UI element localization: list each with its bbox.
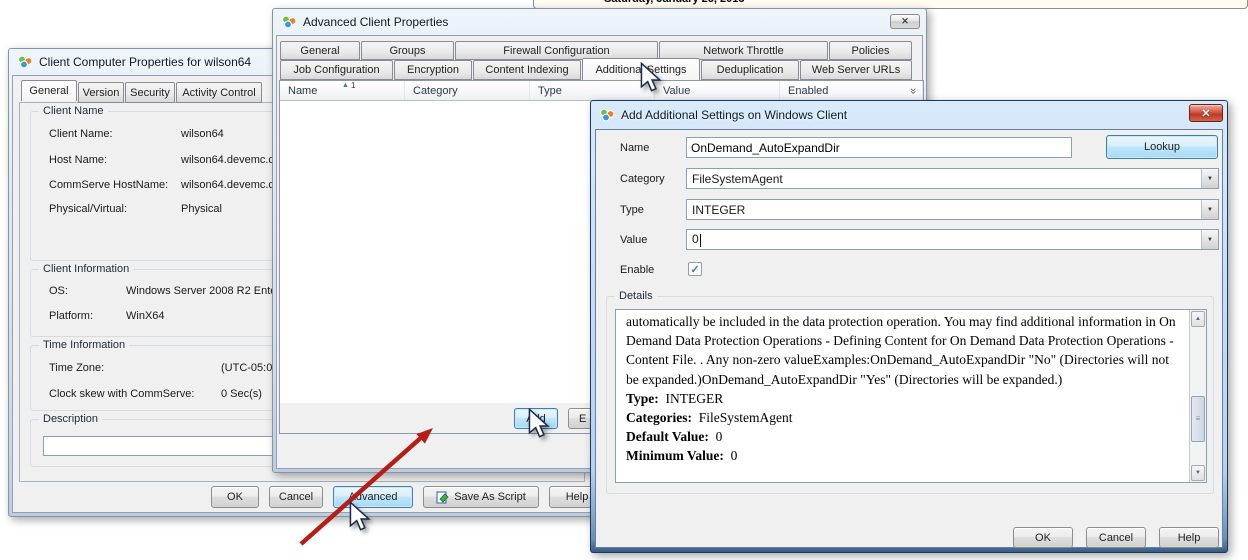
scroll-down-icon: ▼ bbox=[1195, 470, 1201, 476]
tab-job-configuration[interactable]: Job Configuration bbox=[280, 60, 393, 80]
header-chevron-button[interactable]: » bbox=[905, 83, 921, 99]
close-button[interactable]: ✕ bbox=[890, 14, 920, 29]
cancel-button[interactable]: Cancel bbox=[269, 486, 323, 508]
scrollbar-thumb[interactable]: ≡ bbox=[1191, 396, 1205, 442]
tab-version[interactable]: Version bbox=[78, 82, 124, 103]
type-combobox[interactable]: INTEGER ▼ bbox=[686, 199, 1219, 220]
tab-web-server-urls[interactable]: Web Server URLs bbox=[800, 60, 912, 80]
add-settings-titlebar[interactable]: Add Additional Settings on Windows Clien… bbox=[591, 101, 1227, 128]
field-value: 0 Sec(s) bbox=[221, 388, 262, 400]
scroll-up-button[interactable]: ▲ bbox=[1191, 311, 1205, 327]
cancel-button[interactable]: Cancel bbox=[1086, 527, 1146, 548]
dropdown-arrow-icon[interactable]: ▼ bbox=[1201, 230, 1218, 249]
field-label: Platform: bbox=[49, 310, 126, 322]
enable-label: Enable bbox=[620, 264, 654, 276]
app-icon bbox=[17, 55, 33, 69]
window-title: Add Additional Settings on Windows Clien… bbox=[621, 108, 847, 122]
ok-button[interactable]: OK bbox=[211, 486, 259, 508]
field-label: Clock skew with CommServe: bbox=[49, 388, 221, 400]
field-value: Windows Server 2008 R2 Enterpri bbox=[126, 285, 292, 297]
field-label: Physical/Virtual: bbox=[49, 203, 181, 215]
field-value: Physical bbox=[181, 203, 222, 215]
mouse-cursor-icon bbox=[640, 62, 662, 92]
close-button[interactable]: ✕ bbox=[1189, 104, 1223, 122]
category-combobox[interactable]: FileSystemAgent ▼ bbox=[686, 168, 1219, 189]
app-icon bbox=[281, 15, 297, 29]
field-value: wilson64.devemc.c bbox=[181, 154, 274, 166]
column-header-enabled[interactable]: Enabled bbox=[780, 81, 923, 100]
category-label: Category bbox=[620, 173, 665, 185]
tab-activity-control[interactable]: Activity Control bbox=[176, 82, 262, 103]
help-button[interactable]: Help bbox=[1159, 527, 1219, 548]
field-label: Host Name: bbox=[49, 154, 181, 166]
name-input[interactable] bbox=[686, 137, 1072, 158]
text-caret bbox=[700, 234, 701, 247]
field-value: wilson64 bbox=[181, 128, 224, 140]
sort-indicator: ▲ 1 bbox=[342, 81, 355, 90]
field-value: WinX64 bbox=[126, 310, 165, 322]
close-icon: ✕ bbox=[901, 16, 909, 27]
tab-general[interactable]: General bbox=[280, 41, 360, 60]
script-icon bbox=[436, 491, 449, 504]
window-title: Advanced Client Properties bbox=[303, 15, 448, 29]
tab-encryption[interactable]: Encryption bbox=[394, 60, 472, 80]
add-additional-settings-window: Add Additional Settings on Windows Clien… bbox=[590, 100, 1228, 553]
field-label: OS: bbox=[49, 285, 126, 297]
date-text: Saturday, January 26, 2013 bbox=[604, 0, 744, 5]
type-label: Type bbox=[620, 204, 644, 216]
tab-general[interactable]: General bbox=[21, 80, 77, 101]
field-label: CommServe HostName: bbox=[49, 179, 181, 191]
settings-table-header: Name Category Type Value Enabled bbox=[280, 81, 923, 101]
column-header-value[interactable]: Value bbox=[655, 81, 780, 100]
mouse-cursor-icon bbox=[528, 408, 550, 438]
close-icon: ✕ bbox=[1201, 107, 1210, 120]
details-scrollbar[interactable]: ▲ ≡ ▼ bbox=[1189, 310, 1206, 482]
lookup-button[interactable]: Lookup bbox=[1106, 135, 1218, 159]
chevron-double-down-icon: » bbox=[907, 88, 919, 94]
details-textarea[interactable]: automatically be included in the data pr… bbox=[616, 310, 1189, 482]
advanced-properties-titlebar[interactable]: Advanced Client Properties bbox=[273, 9, 926, 34]
name-label: Name bbox=[620, 142, 649, 154]
mouse-cursor-icon bbox=[349, 501, 371, 531]
window-title: Client Computer Properties for wilson64 bbox=[39, 55, 251, 69]
field-value: wilson64.devemc.c bbox=[181, 179, 274, 191]
sort-asc-icon: ▲ bbox=[342, 82, 349, 89]
app-icon bbox=[599, 108, 615, 122]
tab-security[interactable]: Security bbox=[125, 82, 175, 103]
tab-content-indexing[interactable]: Content Indexing bbox=[473, 60, 581, 80]
dropdown-arrow-icon[interactable]: ▼ bbox=[1201, 169, 1218, 188]
scroll-down-button[interactable]: ▼ bbox=[1191, 465, 1205, 481]
value-combobox[interactable]: 0 ▼ bbox=[686, 229, 1219, 250]
advanced-button[interactable]: Advanced bbox=[333, 486, 413, 508]
field-label: Time Zone: bbox=[49, 362, 221, 374]
tab-deduplication[interactable]: Deduplication bbox=[701, 60, 799, 80]
column-header-category[interactable]: Category bbox=[405, 81, 530, 100]
scroll-up-icon: ▲ bbox=[1195, 316, 1201, 322]
check-icon: ✓ bbox=[690, 263, 699, 276]
column-header-type[interactable]: Type bbox=[530, 81, 655, 100]
details-group: Details automatically be included in the… bbox=[606, 296, 1214, 494]
tab-policies[interactable]: Policies bbox=[829, 41, 912, 60]
field-label: Client Name: bbox=[49, 128, 181, 140]
thumb-grip-icon: ≡ bbox=[1196, 417, 1201, 421]
value-label: Value bbox=[620, 234, 647, 246]
dropdown-arrow-icon[interactable]: ▼ bbox=[1201, 200, 1218, 219]
tab-groups[interactable]: Groups bbox=[361, 41, 454, 60]
enable-checkbox[interactable]: ✓ bbox=[688, 262, 702, 276]
save-as-script-button[interactable]: Save As Script bbox=[423, 486, 539, 508]
ok-button[interactable]: OK bbox=[1013, 527, 1073, 548]
